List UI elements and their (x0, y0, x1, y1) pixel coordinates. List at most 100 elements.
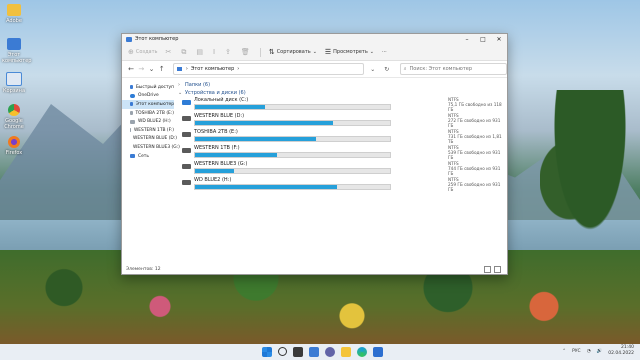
drive-name: WD BLUE2 (H:) (194, 177, 232, 183)
address-dropdown-button[interactable]: ⌄ (370, 66, 375, 73)
chevron-right-icon: › (178, 82, 180, 88)
sidebar-item-network[interactable]: Сеть (122, 152, 174, 161)
usage-bar-fill (195, 137, 316, 141)
computer-icon (126, 36, 132, 42)
command-bar: ⊕ Создать ✂ ⧉ ▤ Ⅰ ⇪ 🗑 ⇅ Сортировать ⌄ ☰ Прос… (122, 44, 507, 61)
group-header-devices[interactable]: ⌄ Устройства и диски (6) (178, 89, 507, 97)
address-bar[interactable]: › Этот компьютер › (172, 63, 364, 75)
desktop-icon-this-pc[interactable]: Этот компьютер (2, 38, 31, 64)
clock-date: 02.04.2022 (608, 351, 634, 356)
sort-button[interactable]: ⇅ Сортировать ⌄ (269, 48, 317, 56)
desktop-icon-chrome[interactable]: Google Chrome (2, 104, 26, 130)
recycle-bin-icon (6, 72, 22, 86)
sidebar-item-drive-d[interactable]: WESTERN BLUE (D:) (122, 135, 177, 144)
taskbar: ⌃ РУС ◔ 🔊 21:40 02.04.2022 (0, 344, 640, 360)
system-tray: ⌃ РУС ◔ 🔊 21:40 02.04.2022 (562, 345, 634, 357)
start-icon[interactable] (262, 347, 272, 357)
sidebar-item-drive-f[interactable]: WESTERN 1TB (F:) (122, 126, 174, 135)
clock[interactable]: 21:40 02.04.2022 (608, 345, 634, 357)
drive-free-space: 744 ГБ свободно из 931 ГБ (448, 166, 501, 176)
sidebar-item-this-pc[interactable]: Этот компьютер (122, 100, 174, 109)
edge-icon[interactable] (357, 347, 367, 357)
navigation-pane: Быстрый доступ OneDrive Этот компьютер T… (122, 77, 180, 264)
file-explorer-window: Этот компьютер – □ ✕ ⊕ Создать ✂ ⧉ ▤ Ⅰ ⇪ … (121, 33, 508, 275)
search-icon[interactable] (278, 347, 287, 356)
rename-button[interactable]: Ⅰ (213, 48, 217, 56)
file-explorer-icon[interactable] (341, 347, 351, 357)
sidebar-item-onedrive[interactable]: OneDrive (122, 92, 174, 101)
title-bar[interactable]: Этот компьютер – □ ✕ (122, 34, 507, 44)
drive-tile-d[interactable]: WESTERN BLUE (D:) NTFS 272 ГБ свободно и… (178, 113, 507, 129)
address-row: ← → ⌄ ↑ › Этот компьютер › ⌄ ↻ ⌕ Поиск: … (122, 61, 507, 78)
cut-button[interactable]: ✂ (165, 48, 173, 56)
folder-icon (7, 4, 21, 16)
drive-free-space: 731 ГБ свободно из 1,81 ТБ (448, 134, 502, 144)
desktop-icon-firefox[interactable]: Firefox (2, 136, 26, 156)
drive-name: WESTERN BLUE3 (G:) (194, 161, 248, 167)
status-bar: Элементов: 12 (122, 264, 507, 274)
maximize-button[interactable]: □ (475, 34, 491, 44)
rename-icon: Ⅰ (212, 48, 216, 56)
items-view: › Папки (6) ⌄ Устройства и диски (6) Локал… (174, 77, 507, 264)
keyboard-language[interactable]: РУС (572, 349, 581, 354)
usage-bar-fill (195, 185, 338, 189)
chat-icon[interactable] (325, 347, 335, 357)
star-icon (130, 85, 133, 90)
new-button[interactable]: ⊕ Создать (128, 48, 157, 56)
store-icon[interactable] (373, 347, 383, 357)
network-icon[interactable]: ◔ (587, 349, 591, 354)
sidebar-item-drive-g[interactable]: WESTERN BLUE3 (G:) (122, 143, 180, 152)
view-button[interactable]: ☰ Просмотреть ⌄ (325, 48, 374, 56)
share-icon: ⇪ (225, 48, 231, 56)
tiles-view-button[interactable] (494, 265, 501, 273)
drive-tile-g[interactable]: WESTERN BLUE3 (G:) NTFS 744 ГБ свободно … (178, 161, 507, 177)
recent-button[interactable]: ⌄ (146, 65, 156, 73)
drive-tile-f[interactable]: WESTERN 1TB (F:) NTFS 539 ГБ свободно из… (178, 145, 507, 161)
refresh-button[interactable]: ↻ (384, 66, 389, 73)
minimize-button[interactable]: – (459, 34, 475, 44)
desktop-icon-adobe[interactable]: Adobe (2, 4, 26, 24)
drive-icon (182, 116, 191, 121)
breadcrumb[interactable]: Этот компьютер (191, 66, 234, 72)
plus-icon: ⊕ (128, 48, 134, 56)
more-button[interactable]: ··· (382, 49, 387, 55)
chevron-up-icon[interactable]: ⌃ (562, 349, 566, 354)
paste-button[interactable]: ▤ (196, 48, 205, 56)
usage-bar (194, 168, 391, 174)
usage-bar-fill (195, 105, 266, 109)
breadcrumb-sep: › (185, 66, 188, 72)
sort-icon: ⇅ (268, 48, 275, 56)
search-input[interactable]: ⌕ Поиск: Этот компьютер (399, 63, 507, 75)
chrome-icon (8, 104, 20, 116)
task-view-icon[interactable] (293, 347, 303, 357)
chevron-down-icon: ⌄ (312, 49, 317, 55)
back-button[interactable]: ← (126, 65, 136, 73)
chevron-right-icon: › (237, 66, 240, 72)
drive-name: TOSHIBA 2TB (E:) (194, 129, 238, 135)
close-button[interactable]: ✕ (491, 34, 507, 44)
window-title: Этот компьютер (135, 36, 179, 42)
forward-button[interactable]: → (136, 65, 146, 73)
volume-icon[interactable]: 🔊 (597, 349, 603, 354)
sidebar-item-quick-access[interactable]: Быстрый доступ (122, 83, 174, 92)
up-button[interactable]: ↑ (157, 65, 167, 73)
cut-icon: ✂ (165, 48, 172, 56)
sidebar-item-drive-e[interactable]: TOSHIBA 2TB (E:) (122, 109, 174, 118)
widgets-icon[interactable] (309, 347, 319, 357)
usage-bar-fill (195, 169, 234, 173)
desktop-icon-recycle-bin[interactable]: Корзина (2, 72, 26, 94)
drive-tile-c[interactable]: Локальный диск (C:) NTFS 75,1 ГБ свободн… (178, 97, 507, 113)
wallpaper-trees (540, 90, 640, 270)
delete-button[interactable]: 🗑 (241, 48, 252, 56)
drive-free-space: 539 ГБ свободно из 931 ГБ (448, 150, 501, 160)
drive-tile-h[interactable]: WD BLUE2 (H:) NTFS 259 ГБ свободно из 93… (178, 177, 507, 193)
usage-bar-fill (195, 153, 277, 157)
group-header-folders[interactable]: › Папки (6) (178, 81, 507, 89)
details-view-button[interactable] (484, 265, 491, 273)
share-button[interactable]: ⇪ (225, 48, 233, 56)
drive-tile-e[interactable]: TOSHIBA 2TB (E:) NTFS 731 ГБ свободно из… (178, 129, 507, 145)
content-area: Быстрый доступ OneDrive Этот компьютер T… (122, 77, 507, 264)
copy-button[interactable]: ⧉ (181, 48, 188, 57)
sidebar-item-drive-h[interactable]: WD BLUE2 (H:) (122, 117, 174, 126)
chevron-down-icon: ⌄ (178, 90, 183, 96)
